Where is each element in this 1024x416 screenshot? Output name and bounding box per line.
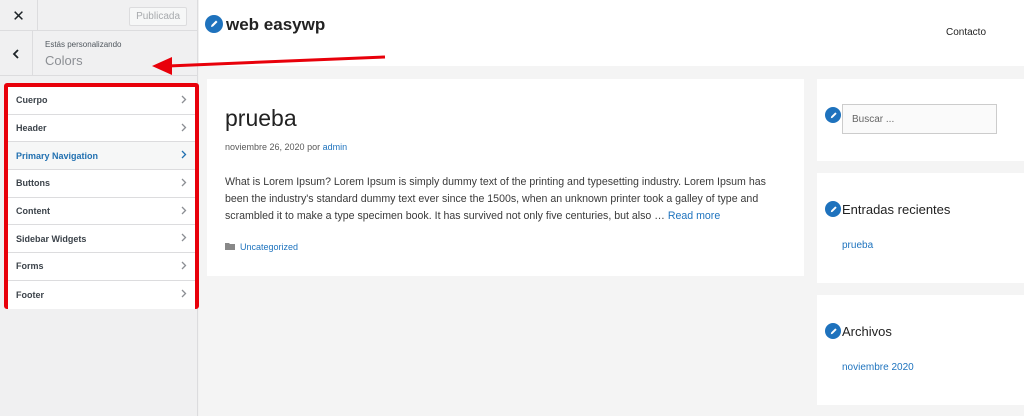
menu-item-label: Buttons [16,178,50,189]
chevron-right-icon [180,289,187,300]
menu-item-cuerpo[interactable]: Cuerpo [8,87,195,115]
section-header: Estás personalizando Colors [0,31,197,76]
nav-link-contacto[interactable]: Contacto [946,27,986,38]
chevron-right-icon [180,178,187,189]
menu-item-buttons[interactable]: Buttons [8,170,195,198]
menu-item-footer[interactable]: Footer [8,280,195,309]
post-by: por [307,142,321,152]
chevron-right-icon [180,150,187,161]
site-preview: web easywp Contacto prueba noviembre 26,… [199,0,1024,416]
post-title[interactable]: prueba [225,105,786,132]
breadcrumb: Estás personalizando [45,40,122,49]
post-meta: noviembre 26, 2020 por admin [225,142,786,152]
post-excerpt: What is Lorem Ipsum? Lorem Ipsum is simp… [225,174,787,225]
menu-item-label: Primary Navigation [16,150,99,161]
back-button[interactable] [0,31,33,76]
pencil-icon[interactable] [825,323,841,339]
post-category: Uncategorized [225,242,786,252]
chevron-right-icon [180,233,187,244]
menu-item-label: Content [16,206,50,217]
customizer-topbar: ✕ Publicada [0,0,197,31]
recent-post-link[interactable]: prueba [842,240,873,251]
menu-item-label: Cuerpo [16,95,48,106]
chevron-right-icon [180,261,187,272]
recent-posts-widget: Entradas recientes prueba [817,173,1024,283]
chevron-right-icon [180,206,187,217]
pencil-icon[interactable] [825,201,841,217]
publish-button[interactable]: Publicada [129,7,187,26]
pencil-icon[interactable] [825,107,841,123]
chevron-left-icon [12,48,19,59]
search-widget: Buscar ... [817,79,1024,161]
menu-item-label: Forms [16,261,44,272]
pencil-icon[interactable] [205,15,223,33]
menu-item-label: Footer [16,289,44,300]
close-button[interactable]: ✕ [0,0,38,31]
menu-item-label: Header [16,123,47,134]
widget-title: Archivos [842,324,892,339]
customizer-panel: ✕ Publicada Estás personalizando Colors … [0,0,199,416]
site-header: web easywp Contacto [199,0,1024,66]
archives-widget: Archivos noviembre 2020 [817,295,1024,405]
search-input[interactable]: Buscar ... [842,104,997,134]
category-link[interactable]: Uncategorized [240,242,298,252]
post-date: noviembre 26, 2020 [225,142,305,152]
colors-menu: Cuerpo Header Primary Navigation Buttons… [4,83,199,309]
site-title[interactable]: web easywp [226,15,325,35]
menu-item-forms[interactable]: Forms [8,253,195,281]
post-author-link[interactable]: admin [323,142,348,152]
chevron-right-icon [180,95,187,106]
menu-item-label: Sidebar Widgets [16,233,87,244]
section-title: Colors [45,53,83,68]
archive-link[interactable]: noviembre 2020 [842,362,914,373]
post-card: prueba noviembre 26, 2020 por admin What… [207,79,804,276]
menu-item-sidebar-widgets[interactable]: Sidebar Widgets [8,225,195,254]
read-more-link[interactable]: Read more [668,210,720,222]
menu-item-primary-navigation[interactable]: Primary Navigation [8,142,195,171]
folder-icon [225,242,235,252]
menu-item-content[interactable]: Content [8,197,195,226]
chevron-right-icon [180,123,187,134]
menu-item-header[interactable]: Header [8,114,195,143]
widget-title: Entradas recientes [842,202,951,217]
